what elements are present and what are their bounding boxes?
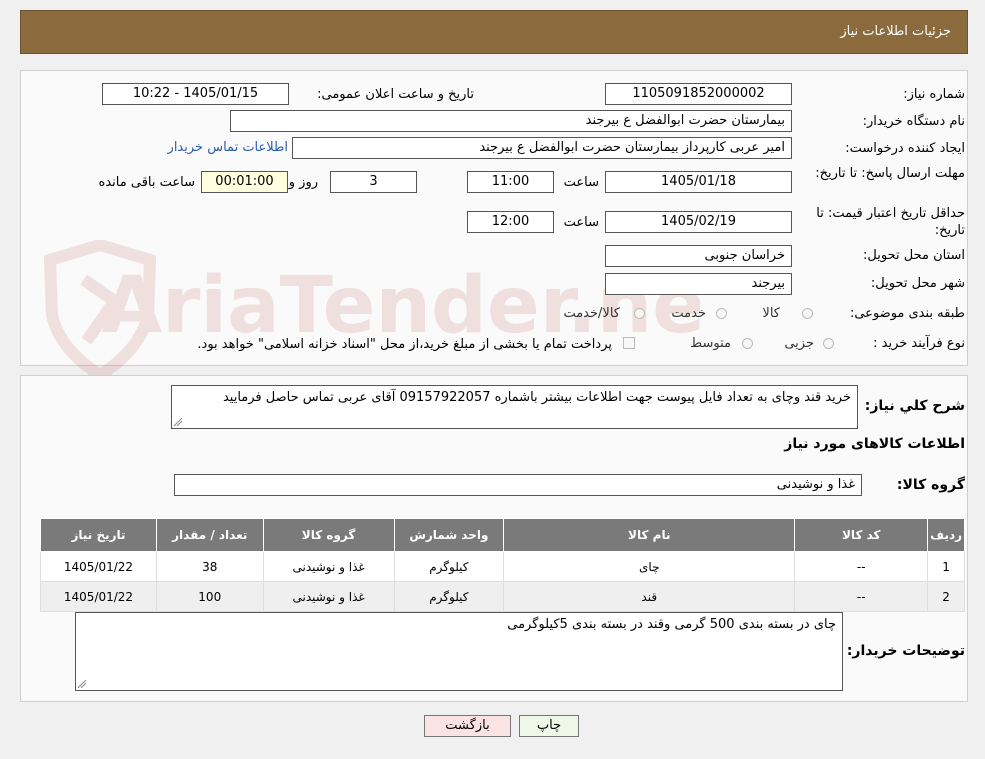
- validity-time-label: ساعت: [563, 215, 599, 230]
- print-button[interactable]: چاپ: [519, 715, 579, 737]
- items-table: ردیف کد کالا نام کالا واحد شمارش گروه کا…: [40, 518, 965, 612]
- deadline-time-field: 11:00: [467, 171, 554, 193]
- table-row: 2 -- قند کیلوگرم غذا و نوشیدنی 100 1405/…: [40, 581, 965, 612]
- cell-quantity: 100: [155, 581, 264, 612]
- category-radio-service[interactable]: [716, 308, 727, 319]
- resize-handle-icon[interactable]: [174, 418, 182, 426]
- category-option-goods-service: کالا/خدمت: [563, 306, 620, 321]
- validity-time-field: 12:00: [467, 211, 554, 233]
- table-row: 1 -- چای کیلوگرم غذا و نوشیدنی 38 1405/0…: [40, 551, 965, 582]
- description-textarea[interactable]: خرید قند وچای به تعداد فایل پیوست جهت اط…: [171, 385, 858, 429]
- payment-checkbox[interactable]: [623, 337, 635, 349]
- cell-row-number: 1: [927, 551, 965, 582]
- col-header-name: نام کالا: [503, 518, 796, 552]
- province-label: استان محل تحویل:: [863, 248, 965, 263]
- col-header-quantity: تعداد / مقدار: [155, 518, 264, 552]
- notes-label: توضیحات خریدار:: [846, 643, 965, 659]
- city-label: شهر محل تحویل:: [870, 276, 965, 291]
- buyer-org-field: بیمارستان حضرت ابوالفضل ع بیرجند: [230, 110, 792, 132]
- deadline-time-label: ساعت: [563, 175, 599, 190]
- page-header: جزئیات اطلاعات نیاز: [20, 10, 968, 54]
- category-label: طبقه بندی موضوعی:: [849, 306, 965, 321]
- creator-field: امیر عربی کارپرداز بیمارستان حضرت ابوالف…: [292, 137, 792, 159]
- cell-unit: کیلوگرم: [393, 581, 505, 612]
- process-radio-minor[interactable]: [823, 338, 834, 349]
- col-header-unit: واحد شمارش: [393, 518, 505, 552]
- buyer-org-label: نام دستگاه خریدار:: [862, 114, 965, 129]
- days-label: روز و: [288, 175, 318, 190]
- col-header-date: تاریخ نیاز: [40, 518, 157, 552]
- notes-text: چای در بسته بندی 500 گرمی وقند در بسته ب…: [507, 617, 836, 632]
- category-radio-goods-service[interactable]: [634, 308, 645, 319]
- cell-row-number: 2: [927, 581, 965, 612]
- validity-date-field: 1405/02/19: [605, 211, 792, 233]
- description-text: خرید قند وچای به تعداد فایل پیوست جهت اط…: [222, 390, 851, 405]
- cell-code: --: [794, 581, 929, 612]
- province-field: خراسان جنوبی: [605, 245, 792, 267]
- payment-note: پرداخت تمام یا بخشی از مبلغ خرید،از محل …: [197, 337, 612, 352]
- remaining-time-field: 00:01:00: [201, 171, 288, 193]
- cell-group: غذا و نوشیدنی: [262, 581, 395, 612]
- city-field: بیرجند: [605, 273, 792, 295]
- table-header-row: ردیف کد کالا نام کالا واحد شمارش گروه کا…: [40, 518, 965, 552]
- category-radio-goods[interactable]: [802, 308, 813, 319]
- process-option-minor: جزیی: [784, 336, 814, 351]
- announce-field: 1405/01/15 - 10:22: [102, 83, 289, 105]
- validity-label: حداقل تاریخ اعتبار قیمت: تا تاریخ:: [816, 206, 965, 238]
- remaining-label: ساعت باقی مانده: [98, 175, 195, 190]
- deadline-label: مهلت ارسال پاسخ: تا تاریخ:: [815, 166, 965, 181]
- days-field: 3: [330, 171, 417, 193]
- cell-date: 1405/01/22: [40, 551, 157, 582]
- cell-date: 1405/01/22: [40, 581, 157, 612]
- resize-handle-icon[interactable]: [78, 680, 86, 688]
- need-number-field: 1105091852000002: [605, 83, 792, 105]
- process-radio-medium[interactable]: [742, 338, 753, 349]
- group-label: گروه کالا:: [896, 477, 965, 493]
- cell-group: غذا و نوشیدنی: [262, 551, 395, 582]
- description-label: شرح كلي نياز:: [864, 398, 965, 414]
- cell-name: چای: [503, 551, 796, 582]
- announce-label: تاریخ و ساعت اعلان عمومی:: [317, 87, 474, 102]
- process-option-medium: متوسط: [690, 336, 731, 351]
- category-option-service: خدمت: [671, 306, 706, 321]
- page-title: جزئیات اطلاعات نیاز: [840, 24, 951, 39]
- category-option-goods: کالا: [762, 306, 780, 321]
- col-header-row-number: ردیف: [927, 518, 965, 552]
- back-button[interactable]: بازگشت: [424, 715, 511, 737]
- notes-textarea[interactable]: چای در بسته بندی 500 گرمی وقند در بسته ب…: [75, 612, 843, 691]
- col-header-code: کد کالا: [794, 518, 929, 552]
- cell-quantity: 38: [155, 551, 264, 582]
- process-label: نوع فرآیند خرید :: [873, 336, 965, 351]
- cell-unit: کیلوگرم: [393, 551, 505, 582]
- col-header-group: گروه کالا: [262, 518, 395, 552]
- group-field: غذا و نوشیدنی: [174, 474, 862, 496]
- items-section-title: اطلاعات کالاهای مورد نیاز: [784, 436, 965, 452]
- cell-name: قند: [503, 581, 796, 612]
- need-number-label: شماره نیاز:: [903, 87, 965, 102]
- deadline-date-field: 1405/01/18: [605, 171, 792, 193]
- creator-label: ایجاد کننده درخواست:: [845, 141, 965, 156]
- contact-info-link[interactable]: اطلاعات تماس خریدار: [168, 140, 288, 155]
- cell-code: --: [794, 551, 929, 582]
